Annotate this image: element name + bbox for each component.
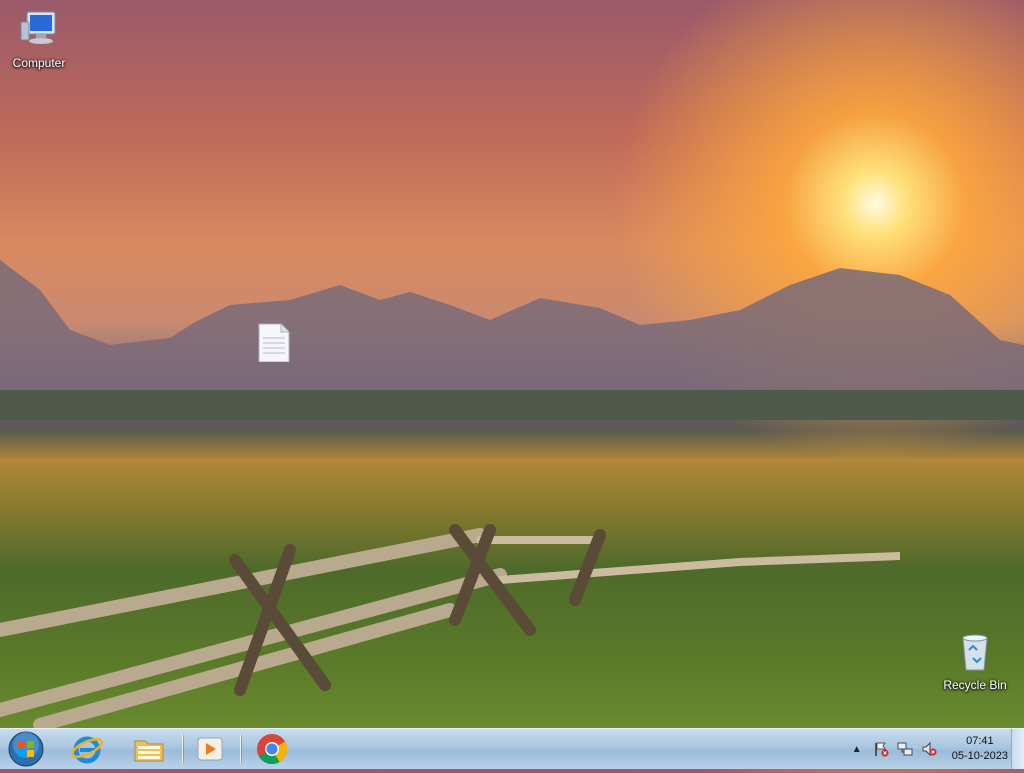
taskbar-internet-explorer[interactable] xyxy=(62,731,112,767)
desktop-icon-label: Computer xyxy=(12,56,66,70)
mountain-silhouette xyxy=(0,260,1024,420)
computer-icon xyxy=(20,11,56,44)
action-center-flag-icon[interactable] xyxy=(872,740,890,758)
start-button[interactable] xyxy=(6,730,46,768)
recycle-bin-icon xyxy=(962,634,988,671)
file-explorer-icon xyxy=(134,740,164,762)
taskbar-file-explorer[interactable] xyxy=(124,731,174,767)
desktop-icon-document[interactable] xyxy=(235,322,311,368)
taskbar-separator xyxy=(240,735,241,763)
taskbar-separator xyxy=(182,735,183,763)
volume-muted-icon[interactable] xyxy=(920,740,938,758)
clock-time: 07:41 xyxy=(966,735,994,747)
media-player-icon xyxy=(197,737,223,761)
system-tray: ▲ 07:41 05-10-2023 xyxy=(842,729,1008,769)
chrome-icon xyxy=(257,734,288,765)
taskbar-chrome[interactable] xyxy=(247,731,297,767)
taskbar-clock[interactable]: 07:41 05-10-2023 xyxy=(952,734,1008,764)
clock-date: 05-10-2023 xyxy=(951,750,1008,762)
windows-start-orb xyxy=(8,731,44,767)
taskbar-media-player[interactable] xyxy=(185,731,235,767)
desktop-icon-label: Recycle Bin xyxy=(943,678,1007,692)
network-icon[interactable] xyxy=(896,740,914,758)
show-hidden-icons-arrow[interactable]: ▲ xyxy=(848,740,866,758)
taskbar: ▲ 07:41 05-10-2023 xyxy=(0,728,1024,769)
desktop-background[interactable]: Computer Recycle Bin xyxy=(0,0,1024,730)
show-desktop-button[interactable] xyxy=(1011,729,1024,769)
desktop-icon-recycle-bin[interactable]: Recycle Bin xyxy=(937,632,1013,692)
desktop-icon-computer[interactable]: Computer xyxy=(1,10,77,70)
internet-explorer-icon xyxy=(71,736,103,764)
wooden-fence xyxy=(0,524,900,730)
document-icon xyxy=(258,323,290,363)
